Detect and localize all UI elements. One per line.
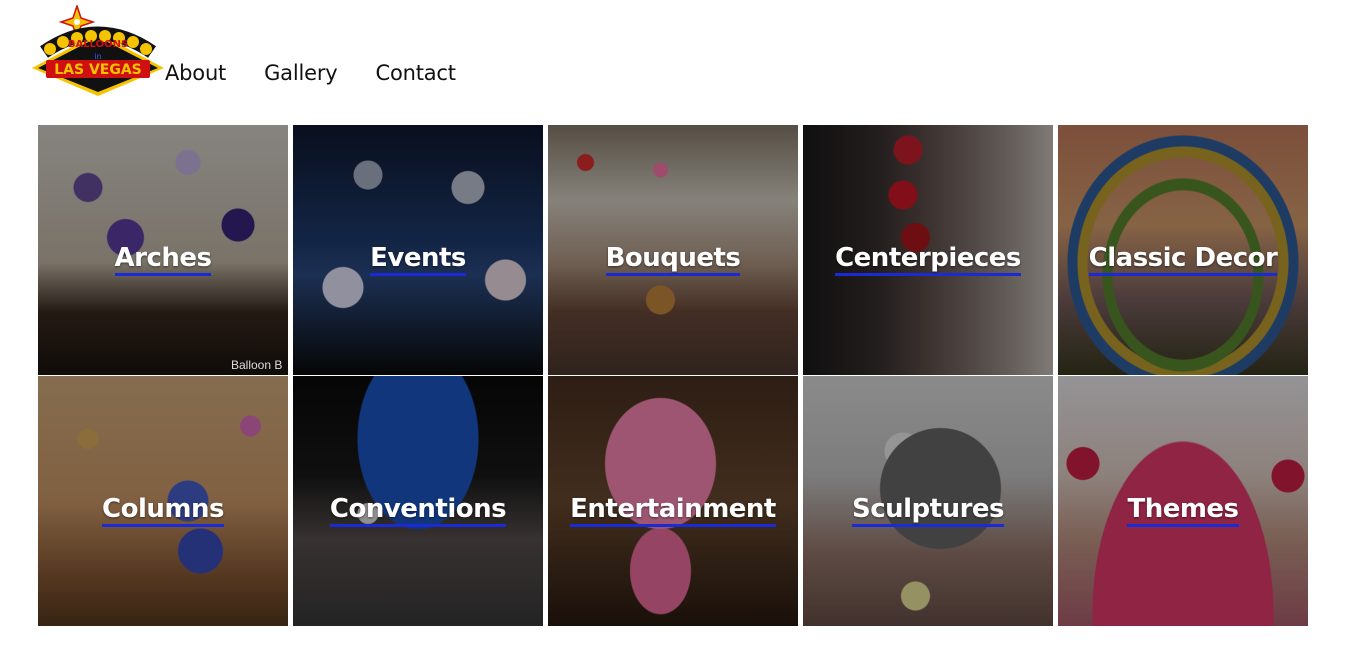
balloons-in-las-vegas-logo[interactable]: BALLOONS in LAS VEGAS (30, 3, 166, 97)
tile-watermark-text: Balloon B (231, 358, 283, 372)
tile-label: Conventions (293, 494, 543, 527)
tile-columns[interactable]: Columns (38, 376, 288, 626)
tile-themes[interactable]: Themes (1058, 376, 1308, 626)
logo-text-balloons: BALLOONS (68, 39, 128, 50)
nav-contact-link[interactable]: Contact (376, 58, 457, 88)
tile-label: Arches (38, 243, 288, 276)
tile-label: Events (293, 243, 543, 276)
site-header: BALLOONS in LAS VEGAS About Gallery Cont… (0, 0, 1347, 125)
nav-gallery-link[interactable]: Gallery (264, 58, 338, 88)
tile-label: Entertainment (548, 494, 798, 527)
category-grid: Balloon B Arches Events Bouquets Centerp… (38, 125, 1308, 626)
tile-bouquets[interactable]: Bouquets (548, 125, 798, 375)
tile-classic-decor[interactable]: Classic Decor (1058, 125, 1308, 375)
tile-label: Classic Decor (1058, 243, 1308, 276)
tile-centerpieces[interactable]: Centerpieces (803, 125, 1053, 375)
tile-events[interactable]: Events (293, 125, 543, 375)
tile-entertainment[interactable]: Entertainment (548, 376, 798, 626)
tile-label: Columns (38, 494, 288, 527)
logo-text-las-vegas: LAS VEGAS (54, 62, 142, 78)
tile-label: Themes (1058, 494, 1308, 527)
tile-label: Centerpieces (803, 243, 1053, 276)
main-nav: About Gallery Contact (165, 58, 494, 88)
tile-sculptures[interactable]: Sculptures (803, 376, 1053, 626)
nav-about-link[interactable]: About (165, 58, 226, 88)
tile-label: Bouquets (548, 243, 798, 276)
logo-text-in: in (94, 52, 101, 61)
tile-arches[interactable]: Balloon B Arches (38, 125, 288, 375)
tile-conventions[interactable]: Conventions (293, 376, 543, 626)
tile-label: Sculptures (803, 494, 1053, 527)
